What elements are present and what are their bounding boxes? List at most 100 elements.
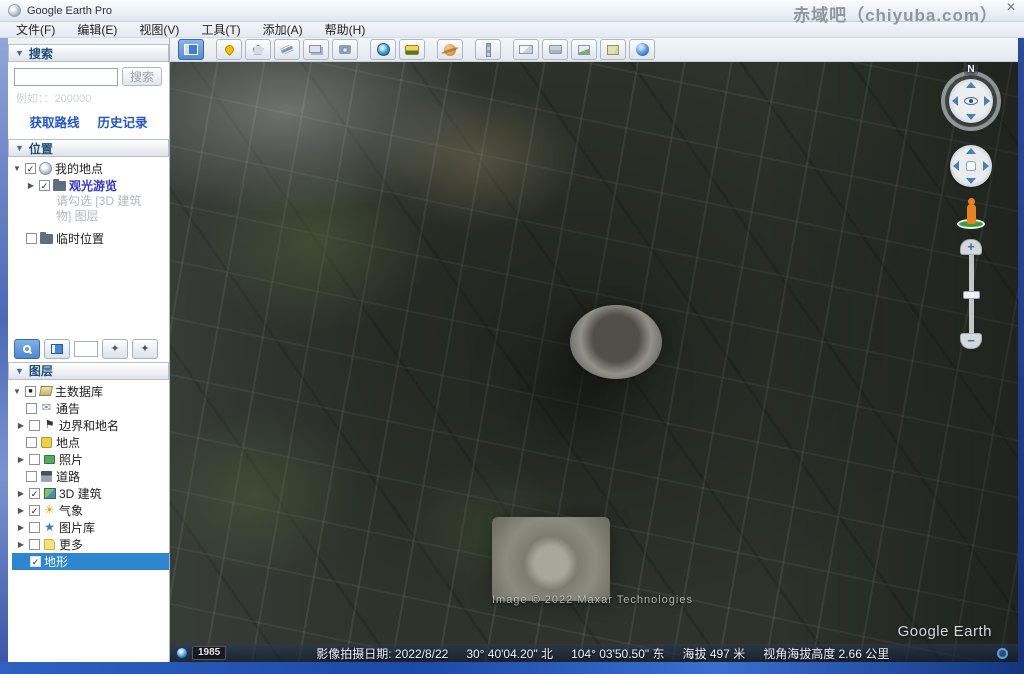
print-button[interactable]: [542, 39, 568, 60]
zoom-slider-track[interactable]: [962, 255, 980, 333]
layers-panel-header[interactable]: ▼ 图层: [8, 361, 169, 380]
primary-database-checkbox[interactable]: ■: [25, 385, 36, 397]
move-left-arrow-icon[interactable]: [953, 161, 959, 171]
menu-view[interactable]: 视图(V): [129, 21, 189, 38]
layer-row-roads[interactable]: 道路: [12, 468, 169, 485]
search-input[interactable]: [14, 67, 118, 86]
road-sign-icon: [41, 470, 52, 482]
compass-ring[interactable]: [941, 71, 1001, 131]
expand-arrow-icon[interactable]: ▶: [16, 455, 26, 464]
expand-arrow-icon[interactable]: ▼: [12, 164, 22, 173]
look-left-arrow-icon[interactable]: [952, 96, 958, 106]
more-checkbox[interactable]: [29, 538, 40, 550]
time-slider-icon[interactable]: [176, 647, 188, 659]
layer-row-gallery[interactable]: ▶ ★ 图片库: [12, 519, 169, 536]
expand-arrow-icon[interactable]: ▶: [16, 523, 26, 532]
place-marker-icon: [41, 436, 52, 448]
places-panel-header[interactable]: ▼ 位置: [8, 139, 169, 157]
expand-arrow-icon[interactable]: ▶: [16, 489, 26, 498]
layer-row-terrain[interactable]: ✓ 地形: [12, 552, 169, 570]
add-placemark-button[interactable]: [216, 39, 242, 60]
sunlight-button[interactable]: [399, 39, 425, 60]
ruler-button[interactable]: [475, 39, 501, 60]
view-in-google-maps-button[interactable]: [600, 39, 626, 60]
toggle-panel-button[interactable]: [44, 338, 70, 359]
layer-row-places[interactable]: 地点: [12, 434, 169, 451]
move-up-arrow-icon[interactable]: [966, 148, 976, 154]
zoom-slider-handle[interactable]: [962, 291, 980, 299]
historical-imagery-button[interactable]: [370, 39, 396, 60]
gallery-label: 图片库: [59, 520, 96, 535]
history-link[interactable]: 历史记录: [98, 112, 148, 131]
record-tour-button[interactable]: [332, 39, 358, 60]
places-panel: ▼ ✓ 我的地点 ▶ ✓ 观光游览 请勾选 [3D 建筑 物] 图层 临时位置: [8, 157, 169, 336]
add-path-button[interactable]: [274, 39, 300, 60]
layer-row-more[interactable]: ▶ 更多: [12, 536, 169, 553]
layer-row-weather[interactable]: ▶ ✓ ☀ 气象: [12, 502, 169, 519]
borders-checkbox[interactable]: [29, 419, 40, 431]
planets-button[interactable]: [437, 39, 463, 60]
layer-row-announcements[interactable]: ✉ 通告: [12, 400, 169, 417]
buildings-checkbox[interactable]: ✓: [29, 487, 40, 499]
building-icon: [43, 487, 56, 499]
latitude-readout: 30° 40'04.20" 北: [466, 646, 554, 661]
layer-row-3d-buildings[interactable]: ▶ ✓ 3D 建筑: [12, 485, 169, 502]
zoom-in-button[interactable]: +: [960, 239, 982, 255]
menu-file[interactable]: 文件(F): [6, 21, 65, 38]
move-joystick[interactable]: [950, 145, 992, 187]
look-right-arrow-icon[interactable]: [984, 96, 990, 106]
watermark-text: 赤域吧（chiyuba.com）: [793, 6, 998, 25]
weather-checkbox[interactable]: ✓: [29, 504, 40, 516]
expand-arrow-icon[interactable]: ▶: [16, 421, 26, 430]
gallery-checkbox[interactable]: [29, 521, 40, 533]
add-image-overlay-button[interactable]: [303, 39, 329, 60]
layer-row-borders[interactable]: ▶ ⚑ 边界和地名: [12, 417, 169, 434]
sightseeing-checkbox[interactable]: ✓: [39, 180, 50, 191]
move-down-arrow-icon[interactable]: [966, 178, 976, 184]
tree-item-my-places[interactable]: ▼ ✓ 我的地点: [12, 160, 169, 177]
expand-arrow-icon[interactable]: ▶: [16, 506, 26, 515]
menu-tools[interactable]: 工具(T): [191, 21, 250, 38]
move-right-arrow-icon[interactable]: [983, 161, 989, 171]
menu-add[interactable]: 添加(A): [253, 21, 313, 38]
expand-arrow-icon[interactable]: ▶: [26, 181, 36, 190]
street-view-pegman[interactable]: [956, 198, 986, 229]
places-filter-box[interactable]: [74, 340, 98, 357]
look-up-arrow-icon[interactable]: [966, 82, 976, 88]
photos-checkbox[interactable]: [29, 453, 40, 465]
search-button[interactable]: 搜索: [122, 67, 162, 86]
layer-row-photos[interactable]: ▶ 照片: [12, 451, 169, 468]
search-places-button[interactable]: [14, 338, 40, 359]
temporary-places-checkbox[interactable]: [26, 233, 37, 244]
places-layer-checkbox[interactable]: [26, 436, 37, 448]
map-viewport[interactable]: Image © 2022 Maxar Technologies Google E…: [170, 62, 1018, 662]
longitude-readout: 104° 03'50.50" 东: [571, 646, 665, 661]
menu-help[interactable]: 帮助(H): [315, 21, 376, 38]
zoom-out-button[interactable]: −: [960, 333, 982, 349]
database-icon: [38, 386, 53, 396]
announcements-checkbox[interactable]: [26, 402, 37, 414]
globe-button[interactable]: [629, 39, 655, 60]
save-image-button[interactable]: [571, 39, 597, 60]
terrain-checkbox[interactable]: ✓: [30, 555, 41, 567]
hide-sidebar-button[interactable]: [178, 39, 204, 60]
my-places-checkbox[interactable]: ✓: [25, 163, 36, 174]
add-polygon-button[interactable]: [245, 39, 271, 60]
roads-checkbox[interactable]: [26, 470, 37, 482]
menu-edit[interactable]: 编辑(E): [67, 21, 127, 38]
time-slider-year-badge[interactable]: 1985: [192, 646, 227, 660]
close-icon[interactable]: ✕: [1006, 0, 1016, 14]
get-directions-link[interactable]: 获取路线: [29, 112, 79, 131]
email-button[interactable]: [513, 39, 539, 60]
play-tour-button[interactable]: ✦: [102, 338, 128, 359]
expand-arrow-icon[interactable]: ▶: [16, 540, 26, 549]
expand-arrow-icon[interactable]: ▼: [12, 387, 22, 396]
north-indicator[interactable]: N: [964, 64, 978, 75]
tree-item-temporary-places[interactable]: 临时位置: [12, 230, 169, 247]
layer-row-primary-database[interactable]: ▼ ■ 主数据库: [12, 383, 169, 400]
look-down-arrow-icon[interactable]: [966, 114, 976, 120]
search-panel-header[interactable]: ▼ 搜索: [8, 44, 169, 62]
look-joystick[interactable]: [949, 79, 993, 123]
tree-item-sightseeing[interactable]: ▶ ✓ 观光游览: [12, 177, 169, 194]
stop-tour-button[interactable]: ✦: [132, 338, 158, 359]
